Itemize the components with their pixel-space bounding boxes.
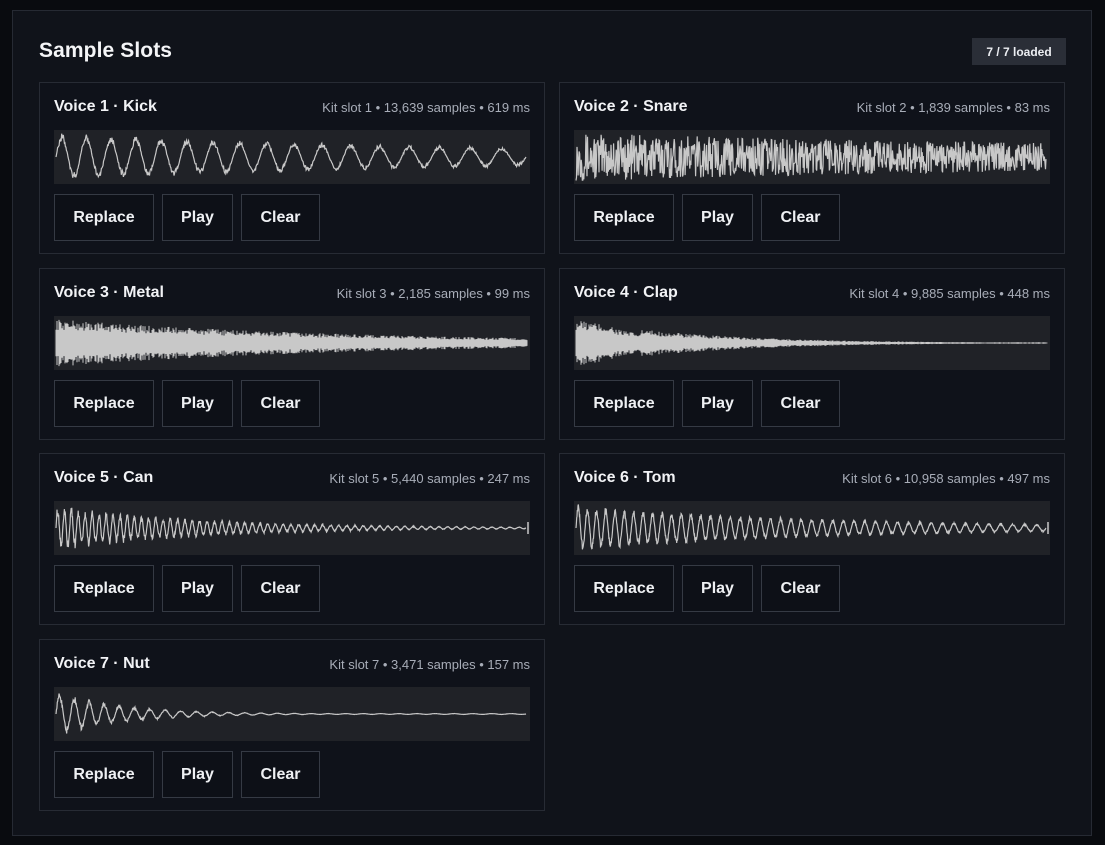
slot-title: Voice 5 · Can xyxy=(54,469,154,486)
replace-button[interactable]: Replace xyxy=(54,565,154,612)
waveform-trace xyxy=(55,507,527,549)
slot-card-voice-6: Voice 6 · Tom Kit slot 6 • 10,958 sample… xyxy=(559,453,1065,625)
clear-button[interactable]: Clear xyxy=(241,194,320,241)
waveform xyxy=(575,504,1049,550)
clear-button[interactable]: Clear xyxy=(241,380,320,427)
slot-card-voice-5: Voice 5 · Can Kit slot 5 • 5,440 samples… xyxy=(39,453,545,625)
waveform-display xyxy=(54,501,530,555)
play-button[interactable]: Play xyxy=(162,194,233,241)
slot-title: Voice 7 · Nut xyxy=(54,655,150,672)
slot-title: Voice 1 · Kick xyxy=(54,98,157,115)
clear-button[interactable]: Clear xyxy=(761,565,840,612)
waveform xyxy=(55,507,529,549)
replace-button[interactable]: Replace xyxy=(574,565,674,612)
clear-button[interactable]: Clear xyxy=(241,751,320,798)
slot-title: Voice 4 · Clap xyxy=(574,284,678,301)
replace-button[interactable]: Replace xyxy=(54,751,154,798)
waveform-display xyxy=(574,501,1050,555)
waveform-trace xyxy=(575,134,1047,181)
waveform-trace xyxy=(575,321,1048,365)
replace-button[interactable]: Replace xyxy=(574,380,674,427)
slot-meta: Kit slot 5 • 5,440 samples • 247 ms xyxy=(329,471,530,486)
waveform-trace xyxy=(575,504,1047,550)
waveform-display xyxy=(574,130,1050,184)
waveform-display xyxy=(574,316,1050,370)
clear-button[interactable]: Clear xyxy=(761,194,840,241)
slot-card-voice-7: Voice 7 · Nut Kit slot 7 • 3,471 samples… xyxy=(39,639,545,811)
slot-meta: Kit slot 4 • 9,885 samples • 448 ms xyxy=(849,286,1050,301)
waveform xyxy=(55,693,527,734)
loaded-count-badge: 7 / 7 loaded xyxy=(972,38,1066,65)
waveform-display xyxy=(54,130,530,184)
slot-meta: Kit slot 2 • 1,839 samples • 83 ms xyxy=(856,100,1050,115)
slot-title: Voice 2 · Snare xyxy=(574,98,688,115)
slot-card-voice-4: Voice 4 · Clap Kit slot 4 • 9,885 sample… xyxy=(559,268,1065,440)
replace-button[interactable]: Replace xyxy=(54,194,154,241)
waveform-display xyxy=(54,316,530,370)
waveform-trace xyxy=(55,319,528,367)
play-button[interactable]: Play xyxy=(682,565,753,612)
play-button[interactable]: Play xyxy=(682,380,753,427)
slot-meta: Kit slot 7 • 3,471 samples • 157 ms xyxy=(329,657,530,672)
replace-button[interactable]: Replace xyxy=(54,380,154,427)
play-button[interactable]: Play xyxy=(162,751,233,798)
waveform xyxy=(55,133,527,179)
waveform-display xyxy=(54,687,530,741)
slot-card-voice-1: Voice 1 · Kick Kit slot 1 • 13,639 sampl… xyxy=(39,82,545,254)
sample-slots-panel: Sample Slots 7 / 7 loaded Voice 1 · Kick… xyxy=(12,10,1092,836)
slot-meta: Kit slot 1 • 13,639 samples • 619 ms xyxy=(322,100,530,115)
play-button[interactable]: Play xyxy=(162,380,233,427)
slot-meta: Kit slot 6 • 10,958 samples • 497 ms xyxy=(842,471,1050,486)
waveform-trace xyxy=(55,693,527,734)
clear-button[interactable]: Clear xyxy=(761,380,840,427)
waveform-trace xyxy=(55,133,527,179)
slot-card-voice-3: Voice 3 · Metal Kit slot 3 • 2,185 sampl… xyxy=(39,268,545,440)
slot-grid: Voice 1 · Kick Kit slot 1 • 13,639 sampl… xyxy=(39,82,1066,812)
waveform xyxy=(575,321,1048,365)
panel-title: Sample Slots xyxy=(39,39,173,62)
slot-meta: Kit slot 3 • 2,185 samples • 99 ms xyxy=(336,286,530,301)
slot-title: Voice 3 · Metal xyxy=(54,284,164,301)
slot-title: Voice 6 · Tom xyxy=(574,469,676,486)
waveform xyxy=(55,319,528,367)
play-button[interactable]: Play xyxy=(162,565,233,612)
replace-button[interactable]: Replace xyxy=(574,194,674,241)
waveform xyxy=(575,134,1047,181)
play-button[interactable]: Play xyxy=(682,194,753,241)
clear-button[interactable]: Clear xyxy=(241,565,320,612)
slot-card-voice-2: Voice 2 · Snare Kit slot 2 • 1,839 sampl… xyxy=(559,82,1065,254)
